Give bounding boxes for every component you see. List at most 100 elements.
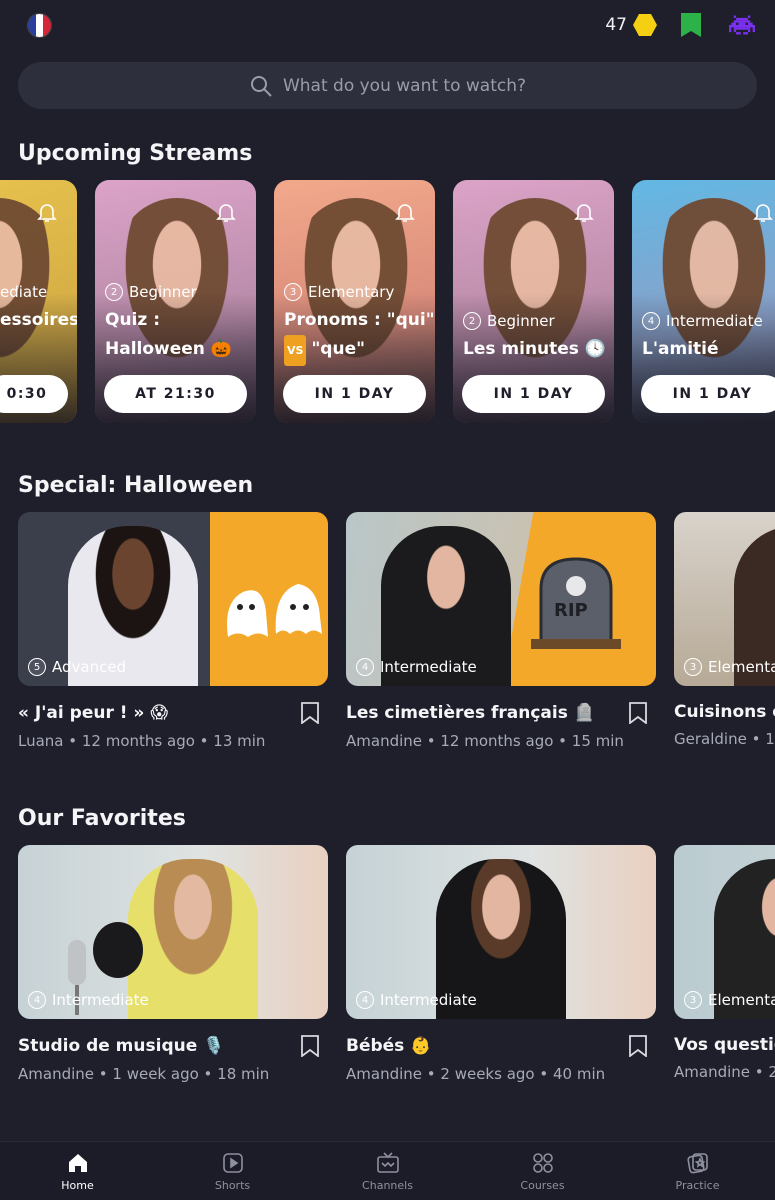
stream-card[interactable]: 2 Beginner Quiz : Halloween 🎃 AT 21:30 xyxy=(95,180,256,423)
bell-icon[interactable] xyxy=(393,200,417,224)
bell-icon[interactable] xyxy=(214,200,238,224)
level-number-badge: 4 xyxy=(642,312,660,330)
avatar-invader-icon[interactable] xyxy=(729,14,755,36)
stream-title: Les minutes 🕓 xyxy=(463,339,607,359)
bookmark-icon[interactable] xyxy=(628,1035,648,1057)
stream-time-button[interactable]: IN 1 DAY xyxy=(283,375,426,413)
stream-card[interactable]: 4 Intermediate L'amitié IN 1 DAY xyxy=(632,180,775,423)
stream-level: 4 Intermediate xyxy=(642,312,763,330)
video-thumbnail[interactable]: 3 Elementa xyxy=(674,512,775,686)
video-card[interactable]: 4 Intermediate Studio de musique 🎙️ Aman… xyxy=(18,845,328,1083)
nav-shorts[interactable]: Shorts xyxy=(155,1142,310,1200)
level-number-badge: 2 xyxy=(463,312,481,330)
nav-channels[interactable]: Channels xyxy=(310,1142,465,1200)
upcoming-streams-title: Upcoming Streams xyxy=(18,141,253,166)
video-title[interactable]: Studio de musique 🎙️ xyxy=(18,1036,224,1056)
nav-practice-label: Practice xyxy=(675,1178,720,1192)
video-meta: Amandine • 2 weeks ago • 40 min xyxy=(346,1065,606,1083)
upcoming-streams-row: ediate essoires 0:30 2 Beginner Quiz : H… xyxy=(0,180,775,424)
stream-title: Pronoms : "qui" xyxy=(284,310,435,330)
nav-home[interactable]: Home xyxy=(0,1142,155,1200)
stream-card[interactable]: ediate essoires 0:30 xyxy=(0,180,77,423)
coins-counter[interactable]: 47 xyxy=(605,14,657,36)
video-card[interactable]: 3 Elementa Cuisinons e Geraldine • 12 xyxy=(674,512,775,748)
video-title-row: « J'ai peur ! » 😱 xyxy=(18,702,328,724)
video-title-row: Bébés 👶 xyxy=(346,1035,656,1057)
stream-time-button[interactable]: AT 21:30 xyxy=(104,375,247,413)
video-level: 4 Intermediate xyxy=(28,991,149,1009)
play-square-icon xyxy=(222,1152,243,1173)
video-meta: Amandine • 2 xyxy=(674,1063,775,1081)
video-thumbnail[interactable]: 4 Intermediate xyxy=(346,845,656,1019)
video-level: 3 Elementa xyxy=(684,991,775,1009)
video-card[interactable]: 4 Intermediate Bébés 👶 Amandine • 2 week… xyxy=(346,845,656,1083)
coin-count: 47 xyxy=(605,15,627,35)
nav-practice[interactable]: Practice xyxy=(620,1142,775,1200)
search-placeholder: What do you want to watch? xyxy=(282,75,527,96)
vs-emoji-badge: VS xyxy=(284,335,307,366)
video-thumbnail[interactable]: 4 Intermediate xyxy=(18,845,328,1019)
video-title[interactable]: Cuisinons e xyxy=(674,702,775,722)
nav-channels-label: Channels xyxy=(362,1178,413,1192)
bookmark-icon[interactable] xyxy=(628,702,648,724)
stream-title-line2: VS "que" xyxy=(284,335,429,366)
level-number-badge: 5 xyxy=(28,658,46,676)
video-level: 4 Intermediate xyxy=(356,658,477,676)
ghost-icon xyxy=(227,584,322,637)
level-number-badge: 3 xyxy=(684,658,702,676)
video-meta: Geraldine • 12 xyxy=(674,730,775,748)
search-bar[interactable]: What do you want to watch? xyxy=(18,62,757,109)
video-thumbnail[interactable]: 3 Elementa xyxy=(674,845,775,1019)
video-meta: Amandine • 1 week ago • 18 min xyxy=(18,1065,270,1083)
stream-level: 2 Beginner xyxy=(463,312,555,330)
search-icon xyxy=(250,75,272,97)
level-number-badge: 3 xyxy=(284,283,302,301)
grid-icon xyxy=(532,1152,553,1173)
stream-time-button[interactable]: IN 1 DAY xyxy=(641,375,775,413)
stream-title: essoires xyxy=(0,310,77,330)
video-title[interactable]: Les cimetières français 🪦 xyxy=(346,703,595,723)
video-title-row: Vos questio xyxy=(674,1035,775,1055)
bell-icon[interactable] xyxy=(572,200,596,224)
nav-courses-label: Courses xyxy=(520,1178,565,1192)
bell-icon[interactable] xyxy=(35,200,59,224)
stream-time-button[interactable]: 0:30 xyxy=(0,375,68,413)
video-title[interactable]: Vos questio xyxy=(674,1035,775,1055)
nav-home-label: Home xyxy=(61,1178,94,1192)
video-level: 3 Elementa xyxy=(684,658,775,676)
practice-cards-icon xyxy=(686,1152,708,1173)
video-thumbnail[interactable]: RIP 4 Intermediate xyxy=(346,512,656,686)
stream-title-line2: Halloween 🎃 xyxy=(105,339,232,359)
video-thumbnail[interactable]: 5 Advanced xyxy=(18,512,328,686)
video-card[interactable]: RIP 4 Intermediate Les cimetières frança… xyxy=(346,512,656,750)
top-right-group: 47 xyxy=(605,10,755,40)
level-number-badge: 2 xyxy=(105,283,123,301)
video-meta: Amandine • 12 months ago • 15 min xyxy=(346,732,624,750)
video-card[interactable]: 3 Elementa Vos questio Amandine • 2 xyxy=(674,845,775,1081)
stream-card[interactable]: 2 Beginner Les minutes 🕓 IN 1 DAY xyxy=(453,180,614,423)
level-number-badge: 4 xyxy=(28,991,46,1009)
french-flag-icon[interactable] xyxy=(27,13,52,38)
video-card[interactable]: 5 Advanced « J'ai peur ! » 😱 Luana • 12 … xyxy=(18,512,328,750)
saved-bookmark-icon[interactable] xyxy=(681,13,701,37)
video-title-row: Studio de musique 🎙️ xyxy=(18,1035,328,1057)
bookmark-icon[interactable] xyxy=(300,1035,320,1057)
level-number-badge: 4 xyxy=(356,991,374,1009)
rip-text: RIP xyxy=(554,600,588,621)
nav-courses[interactable]: Courses xyxy=(465,1142,620,1200)
stream-level: ediate xyxy=(0,283,48,301)
video-title[interactable]: Bébés 👶 xyxy=(346,1036,431,1056)
halloween-section-title: Special: Halloween xyxy=(18,473,254,498)
stream-time-button[interactable]: IN 1 DAY xyxy=(462,375,605,413)
level-number-badge: 3 xyxy=(684,991,702,1009)
stream-card[interactable]: 3 Elementary Pronoms : "qui" VS "que" IN … xyxy=(274,180,435,423)
coin-hexagon-icon xyxy=(633,14,657,36)
video-title-row: Cuisinons e xyxy=(674,702,775,722)
bell-icon[interactable] xyxy=(751,200,775,224)
video-title[interactable]: « J'ai peur ! » 😱 xyxy=(18,703,168,723)
bookmark-icon[interactable] xyxy=(300,702,320,724)
home-icon xyxy=(68,1153,87,1172)
video-title-row: Les cimetières français 🪦 xyxy=(346,702,656,724)
favorites-videos-row: 4 Intermediate Studio de musique 🎙️ Aman… xyxy=(0,845,775,1105)
stream-title: L'amitié xyxy=(642,339,719,359)
